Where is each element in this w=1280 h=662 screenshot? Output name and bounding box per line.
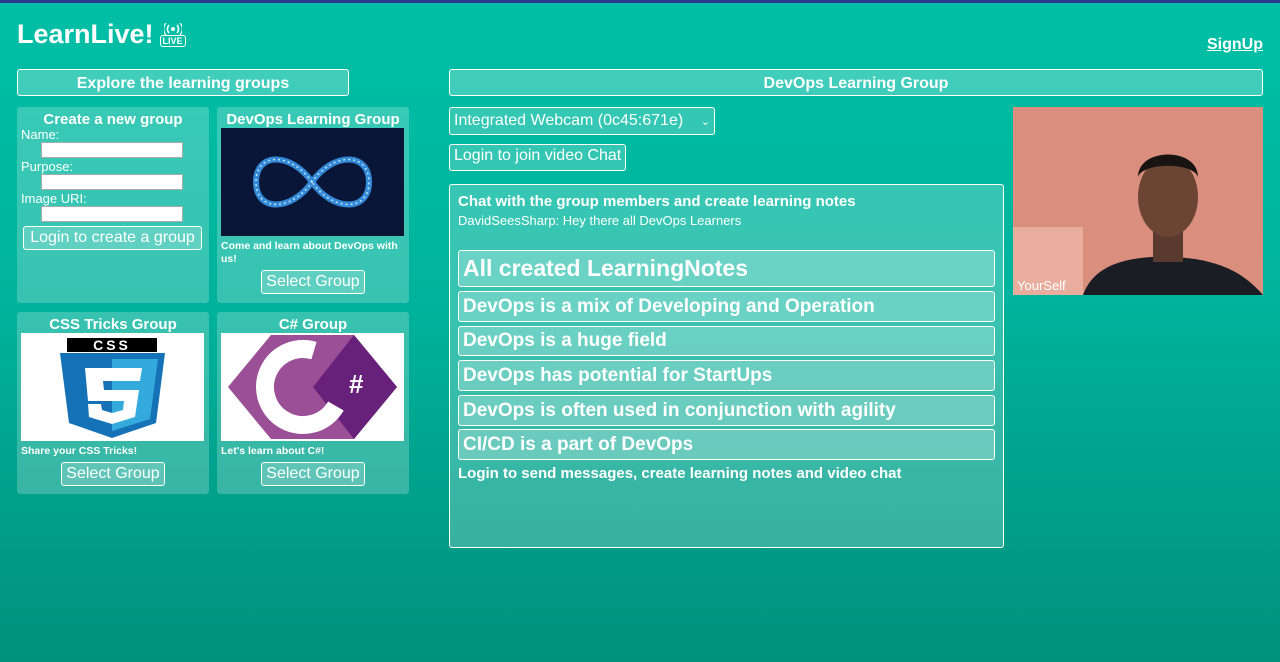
login-hint: Login to send messages, create learning … xyxy=(458,465,902,482)
purpose-label: Purpose: xyxy=(21,159,74,174)
webcam-select-value: Integrated Webcam (0c45:671e) xyxy=(454,112,684,129)
csharp-logo-hash: # xyxy=(349,369,364,399)
css3-logo-image: CSS xyxy=(21,333,204,441)
app-title: LearnLive! xyxy=(17,19,154,49)
group-card-css[interactable]: CSS Tricks Group CSS Share your CSS Tric… xyxy=(17,312,209,494)
group-card-devops[interactable]: DevOps Learning Group Come and learn abo… xyxy=(217,107,409,303)
select-group-button[interactable]: Select Group xyxy=(261,462,365,486)
group-description: Share your CSS Tricks! xyxy=(21,445,138,457)
learning-note[interactable]: DevOps is a huge field xyxy=(458,326,995,356)
notes-title: All created LearningNotes xyxy=(458,250,995,287)
app-logo: LearnLive! LIVE xyxy=(17,19,186,50)
chevron-down-icon: ⌄ xyxy=(700,115,710,128)
image-uri-input[interactable] xyxy=(41,206,183,222)
learning-note[interactable]: DevOps is a mix of Developing and Operat… xyxy=(458,291,995,322)
name-label: Name: xyxy=(21,127,60,142)
learning-note[interactable]: DevOps is often used in conjunction with… xyxy=(458,395,995,426)
selected-group-title: DevOps Learning Group xyxy=(449,69,1263,96)
signup-link[interactable]: SignUp xyxy=(1207,36,1263,54)
webcam-select[interactable]: Integrated Webcam (0c45:671e) ⌄ xyxy=(449,107,715,135)
create-group-title: Create a new group xyxy=(43,111,183,128)
learning-note[interactable]: CI/CD is a part of DevOps xyxy=(458,429,995,460)
csharp-logo-image: # xyxy=(221,333,404,441)
select-group-button[interactable]: Select Group xyxy=(261,270,365,294)
group-description: Come and learn about DevOps with us! xyxy=(221,240,398,265)
chat-message: DavidSeesSharp: Hey there all DevOps Lea… xyxy=(458,213,742,228)
explore-groups-title: Explore the learning groups xyxy=(17,69,349,96)
video-label: YourSelf xyxy=(1017,278,1066,293)
chat-heading: Chat with the group members and create l… xyxy=(458,193,856,210)
live-badge: LIVE xyxy=(159,34,186,47)
webcam-person-image xyxy=(1013,107,1263,295)
group-title: CSS Tricks Group xyxy=(49,316,177,333)
chat-panel: Chat with the group members and create l… xyxy=(449,184,1004,548)
live-broadcast-icon: LIVE xyxy=(159,22,186,47)
purpose-input[interactable] xyxy=(41,174,183,190)
video-feed: YourSelf xyxy=(1013,107,1263,295)
name-input[interactable] xyxy=(41,142,183,158)
group-title: DevOps Learning Group xyxy=(226,111,400,128)
group-title: C# Group xyxy=(278,316,348,333)
login-video-chat-button[interactable]: Login to join video Chat xyxy=(449,144,627,171)
css-logo-text: CSS xyxy=(67,338,157,352)
login-create-group-button[interactable]: Login to create a group xyxy=(23,226,202,250)
image-uri-label: Image URI: xyxy=(21,191,87,206)
group-card-csharp[interactable]: C# Group # Let's learn about C#! Select … xyxy=(217,312,409,494)
select-group-button[interactable]: Select Group xyxy=(61,462,165,486)
create-group-card: Create a new group Name: Purpose: Image … xyxy=(17,107,209,303)
devops-infinity-image xyxy=(221,128,404,236)
learning-note[interactable]: DevOps has potential for StartUps xyxy=(458,360,995,391)
group-description: Let's learn about C#! xyxy=(221,445,325,457)
